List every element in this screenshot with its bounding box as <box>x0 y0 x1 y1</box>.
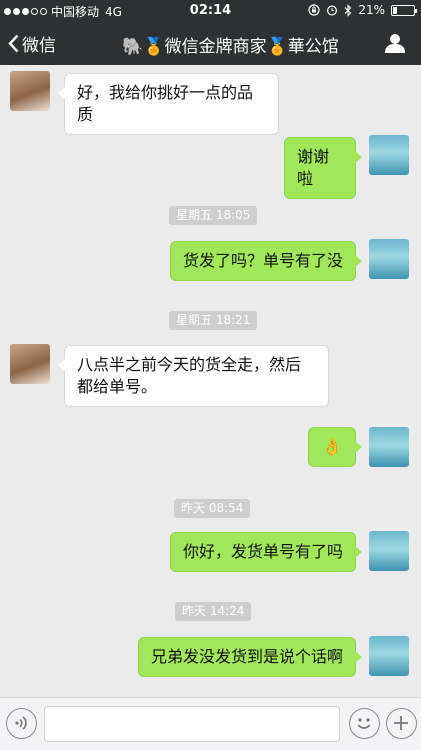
message-bubble[interactable]: 👌 <box>308 427 362 467</box>
battery-percent: 21% <box>358 3 385 17</box>
timestamp: 星期五 18:21 <box>169 311 258 330</box>
message-bubble[interactable]: 八点半之前今天的货全走，然后都给单号。 <box>58 345 329 407</box>
alarm-icon <box>327 5 338 16</box>
avatar[interactable] <box>10 344 50 384</box>
avatar[interactable] <box>369 427 409 467</box>
message-bubble[interactable]: 兄弟发没发货到是说个话啊 <box>138 637 362 677</box>
avatar[interactable] <box>369 531 409 571</box>
voice-button[interactable] <box>6 708 37 739</box>
message-list[interactable]: 好，我给你挑好一点的品质 谢谢啦 星期五 18:05 货发了吗？单号有了没 星期… <box>0 65 421 697</box>
avatar[interactable] <box>369 239 409 279</box>
message-bubble[interactable]: 你好，发货单号有了吗 <box>170 532 362 572</box>
avatar[interactable] <box>369 135 409 175</box>
avatar[interactable] <box>10 71 50 111</box>
back-label: 微信 <box>22 36 56 56</box>
emoji-icon <box>357 718 371 729</box>
status-bar: 中国移动 4G 02:14 21% <box>0 0 421 22</box>
timestamp: 昨天 08:54 <box>174 499 251 518</box>
battery-icon <box>391 4 417 16</box>
back-button[interactable]: 微信 <box>8 31 56 56</box>
voice-icon <box>15 716 27 730</box>
chevron-left-icon <box>8 34 19 53</box>
lock-rotation-icon <box>308 4 320 16</box>
nav-bar: 微信 🐘🏅微信金牌商家🏅華公馆 <box>0 22 421 65</box>
plus-icon <box>394 716 408 730</box>
person-icon <box>385 34 405 53</box>
plus-button[interactable] <box>386 708 417 739</box>
avatar[interactable] <box>369 636 409 676</box>
message-input[interactable] <box>44 706 340 742</box>
message-bubble[interactable]: 好，我给你挑好一点的品质 <box>58 73 279 135</box>
bluetooth-icon <box>344 3 352 17</box>
chat-title: 🐘🏅微信金牌商家🏅華公馆 <box>122 37 339 57</box>
emoji-button[interactable] <box>349 708 380 739</box>
message-bubble[interactable]: 货发了吗？单号有了没 <box>170 241 362 281</box>
timestamp: 昨天 14:24 <box>175 602 252 621</box>
chat-info-button[interactable] <box>385 33 405 57</box>
timestamp: 星期五 18:05 <box>169 206 258 225</box>
message-bubble[interactable]: 谢谢啦 <box>284 137 362 199</box>
input-bar <box>0 697 421 750</box>
